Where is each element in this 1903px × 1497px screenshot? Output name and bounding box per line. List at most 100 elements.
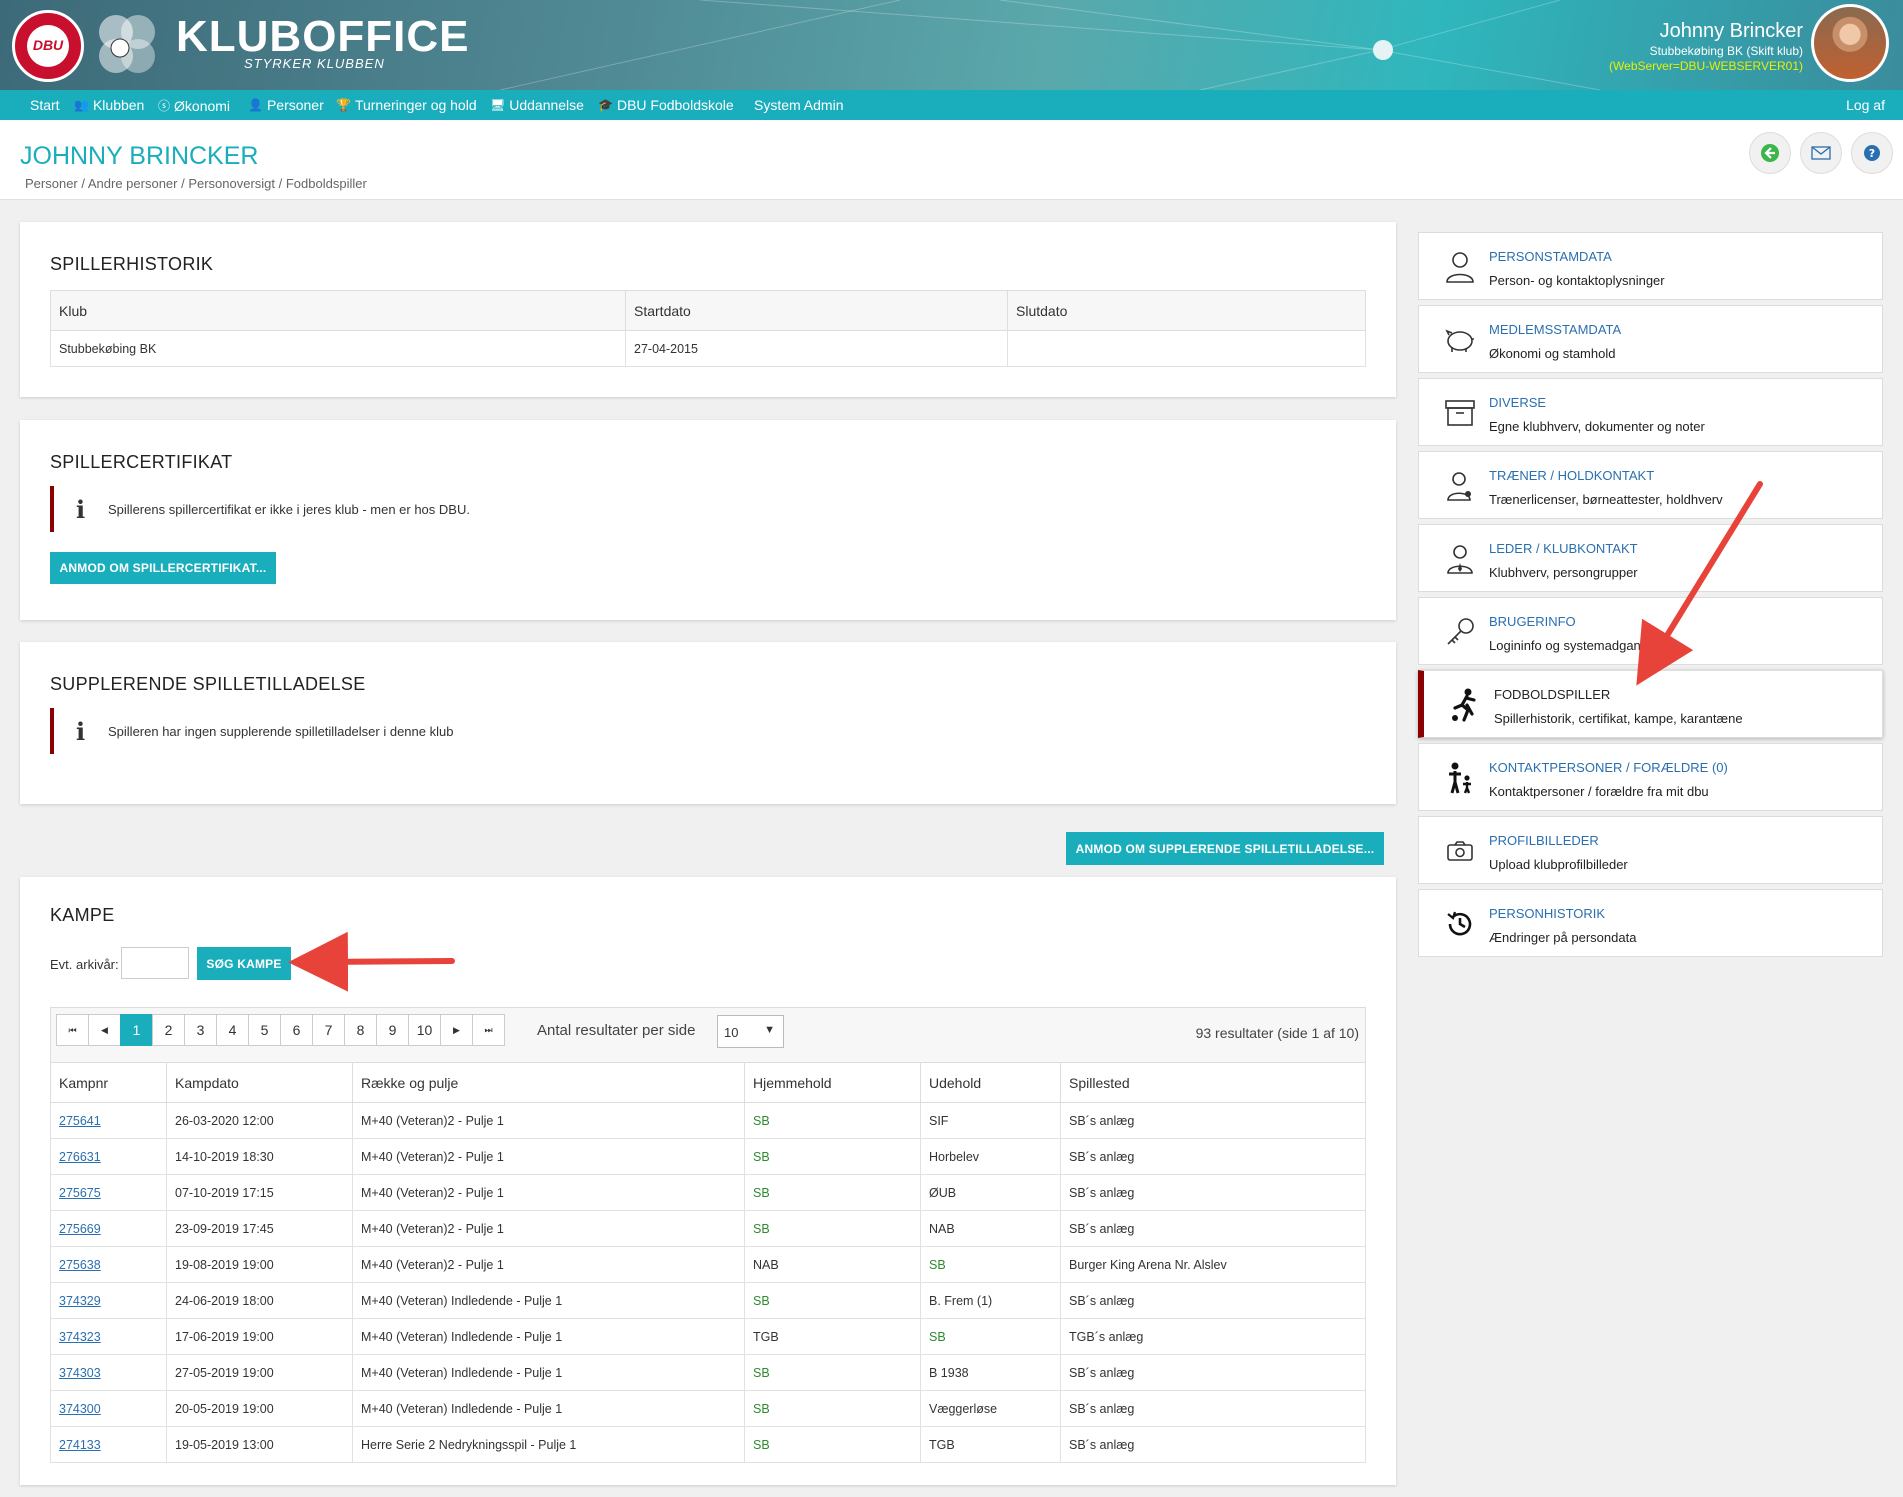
first-page-button[interactable]: ⏮ — [56, 1014, 89, 1046]
user-name: Johnny Brincker — [1659, 20, 1803, 42]
sidebar-item-personstamdata[interactable]: PERSONSTAMDATA Person- og kontaktoplysnin… — [1418, 232, 1883, 300]
search-matches-button[interactable]: SØG KAMPE — [197, 947, 291, 980]
home-team: NAB — [753, 1257, 779, 1272]
supplerende-panel: SUPPLERENDE SPILLETILLADELSE i Spilleren… — [20, 642, 1396, 804]
column-header[interactable]: Hjemmehold — [744, 1062, 921, 1103]
kampe-panel: KAMPE Evt. arkivår: SØG KAMPE ⏮ ◀ 1 2 3 … — [20, 877, 1396, 1485]
history-icon — [1443, 907, 1477, 941]
per-page-select[interactable]: 10 ▼ — [717, 1015, 784, 1048]
page-button-6[interactable]: 6 — [280, 1014, 313, 1046]
back-arrow-icon — [1761, 144, 1779, 162]
sidebar-item-kontaktpersoner-forældre-0[interactable]: KONTAKTPERSONER / FORÆLDRE (0) Kontaktper… — [1418, 743, 1883, 811]
match-number-link[interactable]: 275669 — [59, 1222, 101, 1236]
help-icon: ? — [1864, 145, 1880, 161]
person-outline-icon — [1443, 250, 1477, 284]
last-page-icon: ⏭ — [484, 1024, 493, 1035]
home-team: SB — [753, 1401, 770, 1416]
page-button-9[interactable]: 9 — [376, 1014, 409, 1046]
match-date: 23-09-2019 17:45 — [175, 1221, 274, 1236]
page-button-8[interactable]: 8 — [344, 1014, 377, 1046]
coach-icon — [1443, 469, 1477, 503]
column-header[interactable]: Række og pulje — [352, 1062, 745, 1103]
home-team: SB — [753, 1185, 770, 1200]
next-page-button[interactable]: ▶ — [440, 1014, 473, 1046]
column-header[interactable]: Udehold — [920, 1062, 1061, 1103]
nav-fodboldskole[interactable]: 🎓 DBU Fodboldskole — [598, 97, 734, 113]
page-button-5[interactable]: 5 — [248, 1014, 281, 1046]
page-button-3[interactable]: 3 — [184, 1014, 217, 1046]
column-header[interactable]: Spillested — [1060, 1062, 1366, 1103]
column-header[interactable]: Klub — [50, 290, 626, 331]
match-number-link[interactable]: 275675 — [59, 1186, 101, 1200]
nav-klubben[interactable]: 👥 Klubben — [74, 97, 144, 113]
sidebar-item-title: TRÆNER / HOLDKONTAKT — [1489, 468, 1655, 483]
request-supplementary-button[interactable]: ANMOD OM SUPPLERENDE SPILLETILLADELSE... — [1066, 832, 1384, 865]
sidebar-item-træner-holdkontakt[interactable]: TRÆNER / HOLDKONTAKT Trænerlicenser, børn… — [1418, 451, 1883, 519]
kluboffice-logo-icon — [99, 15, 155, 73]
sidebar-item-diverse[interactable]: DIVERSE Egne klubhverv, dokumenter og not… — [1418, 378, 1883, 446]
prev-page-button[interactable]: ◀ — [88, 1014, 121, 1046]
match-number-link[interactable]: 374323 — [59, 1330, 101, 1344]
mail-button[interactable] — [1800, 132, 1842, 174]
column-header[interactable]: Startdato — [625, 290, 1008, 331]
match-number-link[interactable]: 374300 — [59, 1402, 101, 1416]
match-date: 24-06-2019 18:00 — [175, 1293, 274, 1308]
page-button-1[interactable]: 1 — [120, 1014, 153, 1046]
column-header[interactable]: Kampnr — [50, 1062, 167, 1103]
home-team: SB — [753, 1365, 770, 1380]
back-button[interactable] — [1749, 132, 1791, 174]
column-header[interactable]: Kampdato — [166, 1062, 353, 1103]
match-number-link[interactable]: 276631 — [59, 1150, 101, 1164]
trophy-icon: 🏆 — [336, 98, 351, 112]
nav-okonomi[interactable]: ⓢ Økonomi — [158, 97, 230, 114]
page-button-10[interactable]: 10 — [408, 1014, 441, 1046]
breadcrumb[interactable]: Personer / Andre personer / Personoversi… — [25, 176, 367, 191]
page-button-7[interactable]: 7 — [312, 1014, 345, 1046]
sidebar-item-title: FODBOLDSPILLER — [1494, 687, 1611, 702]
nav-system-admin[interactable]: System Admin — [754, 97, 843, 113]
avatar[interactable] — [1811, 4, 1889, 82]
away-team: Væggerløse — [929, 1401, 998, 1416]
sidebar-item-brugerinfo[interactable]: BRUGERINFO Logininfo og systemadgange — [1418, 597, 1883, 665]
page-button-2[interactable]: 2 — [152, 1014, 185, 1046]
nav-turneringer[interactable]: 🏆 Turneringer og hold — [336, 97, 477, 113]
away-team: B. Frem (1) — [929, 1293, 993, 1308]
info-message: i Spilleren har ingen supplerende spille… — [50, 708, 453, 754]
match-number-link[interactable]: 374303 — [59, 1366, 101, 1380]
archive-box-icon — [1443, 396, 1477, 430]
match-number-link[interactable]: 275638 — [59, 1258, 101, 1272]
nav-uddannelse[interactable]: 🖥 Uddannelse — [490, 97, 584, 113]
page-button-4[interactable]: 4 — [216, 1014, 249, 1046]
switch-club-link[interactable]: Stubbekøbing BK (Skift klub) — [1650, 44, 1803, 58]
help-button[interactable]: ? — [1851, 132, 1893, 174]
sidebar-item-leder-klubkontakt[interactable]: LEDER / KLUBKONTAKT Klubhverv, persongrup… — [1418, 524, 1883, 592]
match-number-link[interactable]: 275641 — [59, 1114, 101, 1128]
sidebar-item-profilbilleder[interactable]: PROFILBILLEDER Upload klubprofilbilleder — [1418, 816, 1883, 884]
venue: SB´s anlæg — [1069, 1113, 1135, 1128]
away-team: ØUB — [929, 1185, 957, 1200]
request-certificate-button[interactable]: ANMOD OM SPILLERCERTIFIKAT... — [50, 552, 276, 584]
dbu-logo[interactable]: DBU — [12, 10, 84, 82]
home-team: SB — [753, 1293, 770, 1308]
home-team: SB — [753, 1221, 770, 1236]
archive-year-label: Evt. arkivår: — [50, 957, 119, 972]
match-number-link[interactable]: 274133 — [59, 1438, 101, 1452]
archive-year-input[interactable] — [121, 947, 189, 979]
page-header: JOHNNY BRINCKER Personer / Andre persone… — [0, 120, 1903, 200]
nav-start[interactable]: Start — [30, 97, 60, 113]
column-header[interactable]: Slutdato — [1007, 290, 1366, 331]
sidebar-item-medlemsstamdata[interactable]: MEDLEMSSTAMDATA Økonomi og stamhold — [1418, 305, 1883, 373]
last-page-button[interactable]: ⏭ — [472, 1014, 505, 1046]
match-number-link[interactable]: 374329 — [59, 1294, 101, 1308]
logout-link[interactable]: Log af — [1846, 97, 1885, 113]
info-icon: i — [76, 494, 86, 524]
match-pool: M+40 (Veteran)2 - Pulje 1 — [361, 1257, 504, 1272]
per-page-label: Antal resultater per side — [537, 1022, 696, 1039]
sidebar-item-personhistorik[interactable]: PERSONHISTORIK Ændringer på persondata — [1418, 889, 1883, 957]
spillercertifikat-title: SPILLERCERTIFIKAT — [50, 452, 233, 472]
sidebar-item-fodboldspiller[interactable]: FODBOLDSPILLER Spillerhistorik, certifika… — [1418, 670, 1883, 738]
info-message: i Spillerens spillercertifikat er ikke i… — [50, 486, 470, 532]
page-title: JOHNNY BRINCKER — [20, 142, 259, 170]
parent-child-icon — [1443, 761, 1477, 795]
nav-personer[interactable]: 👤 Personer — [248, 97, 324, 113]
